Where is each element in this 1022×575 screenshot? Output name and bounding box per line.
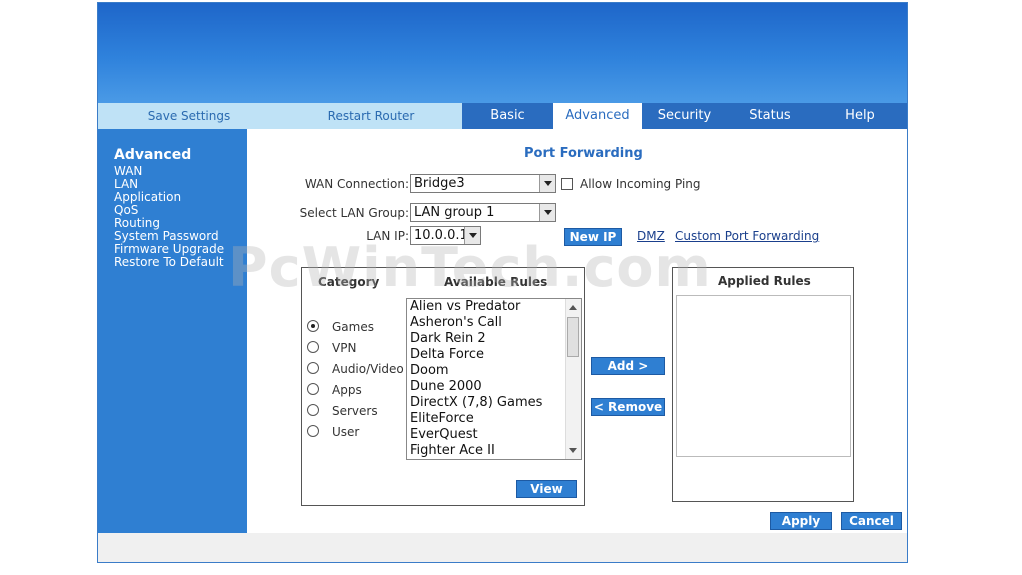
tab-basic[interactable]: Basic [462,103,553,129]
list-item[interactable]: Fighter Ace II [407,443,581,459]
radio-selected-icon[interactable] [307,320,319,332]
page-title: Port Forwarding [524,146,643,161]
scroll-up-icon[interactable] [569,305,577,310]
list-item[interactable]: Dune 2000 [407,379,581,395]
list-item[interactable]: Alien vs Predator [407,299,581,315]
chevron-down-icon [539,204,555,221]
allow-ping-checkbox[interactable] [561,178,573,190]
category-label: Games [332,320,374,334]
list-scrollbar[interactable] [565,299,581,459]
list-item[interactable]: DirectX (7,8) Games [407,395,581,411]
list-item[interactable]: EliteForce [407,411,581,427]
sidebar-item-restore-default[interactable]: Restore To Default [114,256,224,269]
radio-icon[interactable] [307,362,319,374]
wan-connection-label: WAN Connection: [304,177,409,191]
apply-button[interactable]: Apply [770,512,832,530]
applied-rules-list[interactable] [676,295,851,457]
watermark-text: PcWinTech.com [228,236,712,299]
lan-group-label: Select LAN Group: [299,206,409,220]
radio-icon[interactable] [307,425,319,437]
radio-icon[interactable] [307,404,319,416]
list-item[interactable]: Doom [407,363,581,379]
applied-rules-title: Applied Rules [718,274,811,288]
available-rules-list[interactable]: Alien vs Predator Asheron's Call Dark Re… [406,298,582,460]
list-item[interactable]: Delta Force [407,347,581,363]
radio-icon[interactable] [307,383,319,395]
main-tabs: Basic Advanced Security Status Help [462,103,907,129]
tab-security[interactable]: Security [642,103,727,129]
list-item[interactable]: Dark Rein 2 [407,331,581,347]
lan-group-value: LAN group 1 [414,205,495,220]
restart-router-button[interactable]: Restart Router [280,103,462,129]
scroll-down-icon[interactable] [569,448,577,453]
scroll-thumb[interactable] [567,317,579,357]
tab-help[interactable]: Help [813,103,907,129]
applied-rules-panel: Applied Rules [672,267,854,502]
wan-connection-select[interactable]: Bridge3 [410,174,556,193]
tab-advanced[interactable]: Advanced [553,103,642,129]
lan-group-select[interactable]: LAN group 1 [410,203,556,222]
remove-rule-button[interactable]: < Remove [591,398,665,416]
save-settings-button[interactable]: Save Settings [98,103,280,129]
add-rule-button[interactable]: Add > [591,357,665,375]
main-content: Port Forwarding WAN Connection: Bridge3 … [247,129,907,533]
category-label: User [332,425,360,439]
radio-icon[interactable] [307,341,319,353]
category-label: Servers [332,404,378,418]
footer-bar [98,533,907,562]
header-banner [98,3,907,103]
list-item[interactable]: Asheron's Call [407,315,581,331]
category-label: VPN [332,341,357,355]
cancel-button[interactable]: Cancel [841,512,902,530]
sidebar-title: Advanced [114,147,192,163]
sidebar: Advanced WAN LAN Application QoS Routing… [98,129,247,533]
category-label: Apps [332,383,362,397]
view-button[interactable]: View [516,480,577,498]
list-item[interactable]: EverQuest [407,427,581,443]
category-label: Audio/Video [332,362,404,376]
allow-ping-label: Allow Incoming Ping [580,177,701,191]
wan-connection-value: Bridge3 [414,176,465,191]
chevron-down-icon [539,175,555,192]
tab-status[interactable]: Status [727,103,813,129]
rules-selection-panel: Category Available Rules Games VPN Audio… [301,267,585,506]
